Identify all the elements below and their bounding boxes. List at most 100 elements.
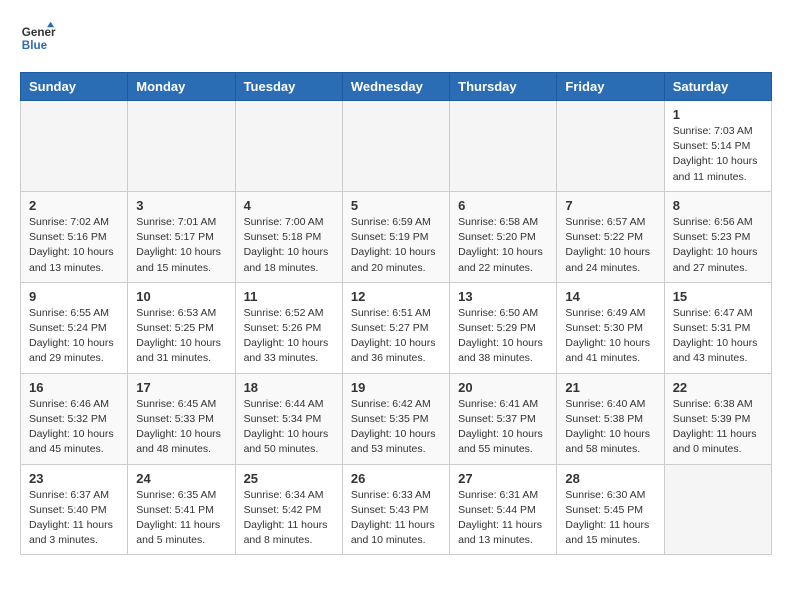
calendar-cell: 6 Sunrise: 6:58 AM Sunset: 5:20 PM Daylig… bbox=[450, 191, 557, 282]
day-number: 8 bbox=[673, 198, 763, 213]
day-info: Sunrise: 6:45 AM Sunset: 5:33 PM Dayligh… bbox=[136, 397, 226, 458]
calendar-cell: 28 Sunrise: 6:30 AM Sunset: 5:45 PM Dayli… bbox=[557, 464, 664, 555]
day-number: 14 bbox=[565, 289, 655, 304]
day-info: Sunrise: 6:50 AM Sunset: 5:29 PM Dayligh… bbox=[458, 306, 548, 367]
day-number: 11 bbox=[244, 289, 334, 304]
calendar-cell: 4 Sunrise: 7:00 AM Sunset: 5:18 PM Daylig… bbox=[235, 191, 342, 282]
calendar-body: 1 Sunrise: 7:03 AM Sunset: 5:14 PM Daylig… bbox=[21, 101, 772, 555]
day-number: 26 bbox=[351, 471, 441, 486]
day-number: 19 bbox=[351, 380, 441, 395]
day-info: Sunrise: 6:49 AM Sunset: 5:30 PM Dayligh… bbox=[565, 306, 655, 367]
calendar-cell: 26 Sunrise: 6:33 AM Sunset: 5:43 PM Dayli… bbox=[342, 464, 449, 555]
day-info: Sunrise: 6:35 AM Sunset: 5:41 PM Dayligh… bbox=[136, 488, 226, 549]
day-number: 4 bbox=[244, 198, 334, 213]
calendar-week-2: 2 Sunrise: 7:02 AM Sunset: 5:16 PM Daylig… bbox=[21, 191, 772, 282]
day-number: 22 bbox=[673, 380, 763, 395]
calendar-cell: 15Sunrise: 6:47 AM Sunset: 5:31 PM Dayli… bbox=[664, 282, 771, 373]
svg-text:General: General bbox=[22, 26, 56, 39]
day-number: 24 bbox=[136, 471, 226, 486]
day-info: Sunrise: 6:52 AM Sunset: 5:26 PM Dayligh… bbox=[244, 306, 334, 367]
calendar-cell: 2 Sunrise: 7:02 AM Sunset: 5:16 PM Daylig… bbox=[21, 191, 128, 282]
day-info: Sunrise: 6:42 AM Sunset: 5:35 PM Dayligh… bbox=[351, 397, 441, 458]
day-info: Sunrise: 6:31 AM Sunset: 5:44 PM Dayligh… bbox=[458, 488, 548, 549]
calendar-cell: 16Sunrise: 6:46 AM Sunset: 5:32 PM Dayli… bbox=[21, 373, 128, 464]
logo: General Blue bbox=[20, 20, 56, 56]
weekday-header-row: SundayMondayTuesdayWednesdayThursdayFrid… bbox=[21, 73, 772, 101]
calendar-cell: 10Sunrise: 6:53 AM Sunset: 5:25 PM Dayli… bbox=[128, 282, 235, 373]
weekday-tuesday: Tuesday bbox=[235, 73, 342, 101]
weekday-thursday: Thursday bbox=[450, 73, 557, 101]
calendar-cell: 5Sunrise: 6:59 AM Sunset: 5:19 PM Daylig… bbox=[342, 191, 449, 282]
day-info: Sunrise: 7:01 AM Sunset: 5:17 PM Dayligh… bbox=[136, 215, 226, 276]
calendar-week-5: 23 Sunrise: 6:37 AM Sunset: 5:40 PM Dayli… bbox=[21, 464, 772, 555]
day-number: 20 bbox=[458, 380, 548, 395]
calendar-cell: 9 Sunrise: 6:55 AM Sunset: 5:24 PM Daylig… bbox=[21, 282, 128, 373]
day-number: 1 bbox=[673, 107, 763, 122]
day-info: Sunrise: 6:37 AM Sunset: 5:40 PM Dayligh… bbox=[29, 488, 119, 549]
calendar-cell: 25 Sunrise: 6:34 AM Sunset: 5:42 PM Dayli… bbox=[235, 464, 342, 555]
calendar-cell: 22Sunrise: 6:38 AM Sunset: 5:39 PM Dayli… bbox=[664, 373, 771, 464]
calendar-cell: 12 Sunrise: 6:51 AM Sunset: 5:27 PM Dayli… bbox=[342, 282, 449, 373]
calendar-cell: 24 Sunrise: 6:35 AM Sunset: 5:41 PM Dayli… bbox=[128, 464, 235, 555]
calendar-cell: 14 Sunrise: 6:49 AM Sunset: 5:30 PM Dayli… bbox=[557, 282, 664, 373]
day-number: 6 bbox=[458, 198, 548, 213]
day-number: 17 bbox=[136, 380, 226, 395]
calendar-cell: 23 Sunrise: 6:37 AM Sunset: 5:40 PM Dayli… bbox=[21, 464, 128, 555]
day-info: Sunrise: 6:33 AM Sunset: 5:43 PM Dayligh… bbox=[351, 488, 441, 549]
day-info: Sunrise: 6:47 AM Sunset: 5:31 PM Dayligh… bbox=[673, 306, 763, 367]
day-number: 23 bbox=[29, 471, 119, 486]
calendar-cell: 19 Sunrise: 6:42 AM Sunset: 5:35 PM Dayli… bbox=[342, 373, 449, 464]
day-number: 18 bbox=[244, 380, 334, 395]
day-info: Sunrise: 6:58 AM Sunset: 5:20 PM Dayligh… bbox=[458, 215, 548, 276]
day-number: 2 bbox=[29, 198, 119, 213]
weekday-monday: Monday bbox=[128, 73, 235, 101]
calendar-cell: 11 Sunrise: 6:52 AM Sunset: 5:26 PM Dayli… bbox=[235, 282, 342, 373]
day-info: Sunrise: 6:46 AM Sunset: 5:32 PM Dayligh… bbox=[29, 397, 119, 458]
day-number: 5 bbox=[351, 198, 441, 213]
calendar-week-3: 9 Sunrise: 6:55 AM Sunset: 5:24 PM Daylig… bbox=[21, 282, 772, 373]
day-info: Sunrise: 6:53 AM Sunset: 5:25 PM Dayligh… bbox=[136, 306, 226, 367]
day-info: Sunrise: 6:51 AM Sunset: 5:27 PM Dayligh… bbox=[351, 306, 441, 367]
day-number: 27 bbox=[458, 471, 548, 486]
calendar-cell: 27 Sunrise: 6:31 AM Sunset: 5:44 PM Dayli… bbox=[450, 464, 557, 555]
day-info: Sunrise: 7:00 AM Sunset: 5:18 PM Dayligh… bbox=[244, 215, 334, 276]
day-number: 9 bbox=[29, 289, 119, 304]
logo-icon: General Blue bbox=[20, 20, 56, 56]
day-info: Sunrise: 6:55 AM Sunset: 5:24 PM Dayligh… bbox=[29, 306, 119, 367]
calendar-cell: 13 Sunrise: 6:50 AM Sunset: 5:29 PM Dayli… bbox=[450, 282, 557, 373]
day-info: Sunrise: 6:41 AM Sunset: 5:37 PM Dayligh… bbox=[458, 397, 548, 458]
svg-text:Blue: Blue bbox=[22, 39, 48, 52]
calendar-cell bbox=[342, 101, 449, 192]
day-info: Sunrise: 7:02 AM Sunset: 5:16 PM Dayligh… bbox=[29, 215, 119, 276]
day-info: Sunrise: 6:56 AM Sunset: 5:23 PM Dayligh… bbox=[673, 215, 763, 276]
weekday-friday: Friday bbox=[557, 73, 664, 101]
day-info: Sunrise: 6:44 AM Sunset: 5:34 PM Dayligh… bbox=[244, 397, 334, 458]
calendar-cell: 3 Sunrise: 7:01 AM Sunset: 5:17 PM Daylig… bbox=[128, 191, 235, 282]
day-number: 13 bbox=[458, 289, 548, 304]
calendar-cell bbox=[450, 101, 557, 192]
calendar-cell bbox=[235, 101, 342, 192]
calendar-cell: 8 Sunrise: 6:56 AM Sunset: 5:23 PM Daylig… bbox=[664, 191, 771, 282]
calendar-cell: 17 Sunrise: 6:45 AM Sunset: 5:33 PM Dayli… bbox=[128, 373, 235, 464]
day-number: 28 bbox=[565, 471, 655, 486]
calendar-table: SundayMondayTuesdayWednesdayThursdayFrid… bbox=[20, 72, 772, 555]
day-number: 3 bbox=[136, 198, 226, 213]
page-header: General Blue bbox=[20, 20, 772, 56]
calendar-cell: 20 Sunrise: 6:41 AM Sunset: 5:37 PM Dayli… bbox=[450, 373, 557, 464]
day-number: 21 bbox=[565, 380, 655, 395]
day-number: 7 bbox=[565, 198, 655, 213]
day-info: Sunrise: 6:34 AM Sunset: 5:42 PM Dayligh… bbox=[244, 488, 334, 549]
calendar-cell: 1 Sunrise: 7:03 AM Sunset: 5:14 PM Daylig… bbox=[664, 101, 771, 192]
calendar-cell: 18 Sunrise: 6:44 AM Sunset: 5:34 PM Dayli… bbox=[235, 373, 342, 464]
calendar-cell: 21 Sunrise: 6:40 AM Sunset: 5:38 PM Dayli… bbox=[557, 373, 664, 464]
day-info: Sunrise: 7:03 AM Sunset: 5:14 PM Dayligh… bbox=[673, 124, 763, 185]
weekday-sunday: Sunday bbox=[21, 73, 128, 101]
weekday-wednesday: Wednesday bbox=[342, 73, 449, 101]
day-info: Sunrise: 6:30 AM Sunset: 5:45 PM Dayligh… bbox=[565, 488, 655, 549]
day-number: 25 bbox=[244, 471, 334, 486]
day-number: 12 bbox=[351, 289, 441, 304]
day-info: Sunrise: 6:40 AM Sunset: 5:38 PM Dayligh… bbox=[565, 397, 655, 458]
calendar-cell bbox=[664, 464, 771, 555]
calendar-cell bbox=[557, 101, 664, 192]
calendar-cell bbox=[128, 101, 235, 192]
